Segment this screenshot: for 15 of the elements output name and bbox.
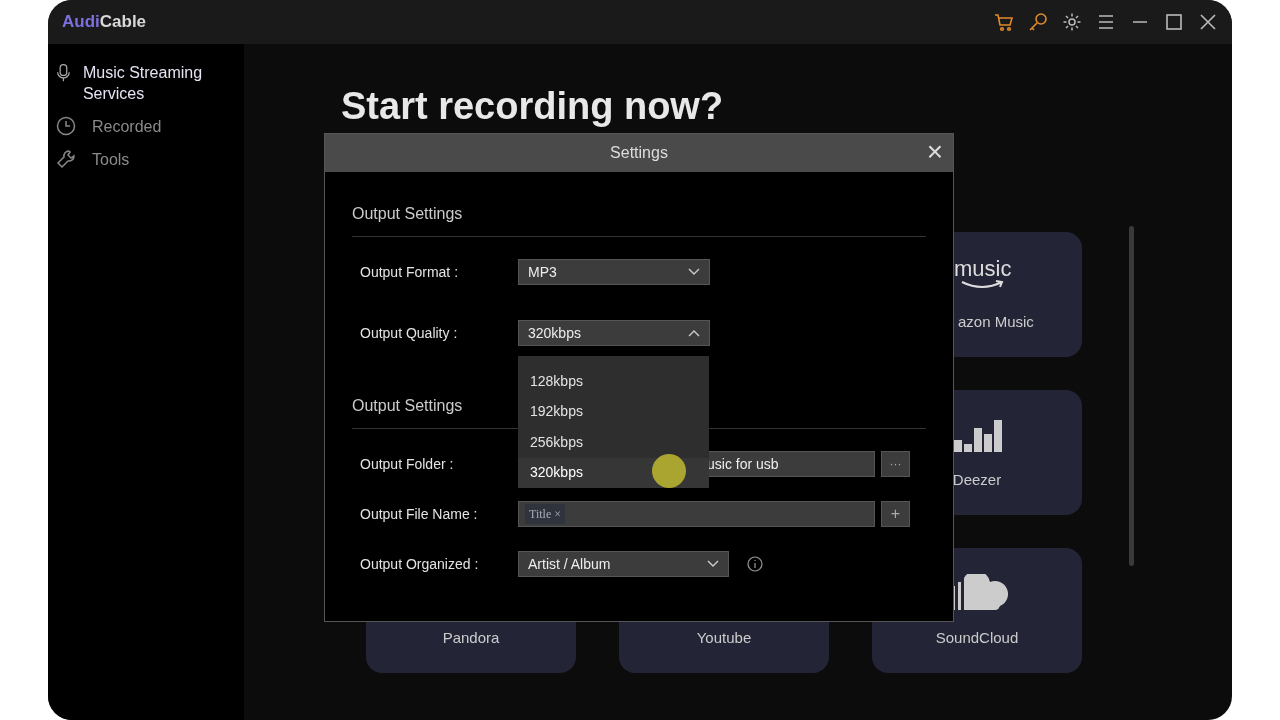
field-label: Output Format : — [360, 262, 460, 282]
field-label: Output Organized : — [360, 554, 480, 574]
section-title: Output Settings — [352, 202, 926, 237]
field-label: Output File Name : — [360, 504, 479, 524]
card-label: Pandora — [441, 627, 501, 648]
amazon-music-logo: music — [954, 258, 1012, 290]
page-heading: Start recording now? — [341, 84, 724, 129]
card-label: SoundCloud — [934, 627, 1020, 648]
field-label: Output Quality : — [360, 323, 459, 343]
card-label: azon Music — [958, 311, 1034, 332]
field-label: Output Folder : — [360, 454, 455, 474]
card-label: Youtube — [695, 627, 753, 648]
app-logo: AudiCable — [62, 11, 147, 34]
card-label: Deezer — [951, 469, 1003, 490]
dialog-title: Settings — [610, 143, 668, 163]
